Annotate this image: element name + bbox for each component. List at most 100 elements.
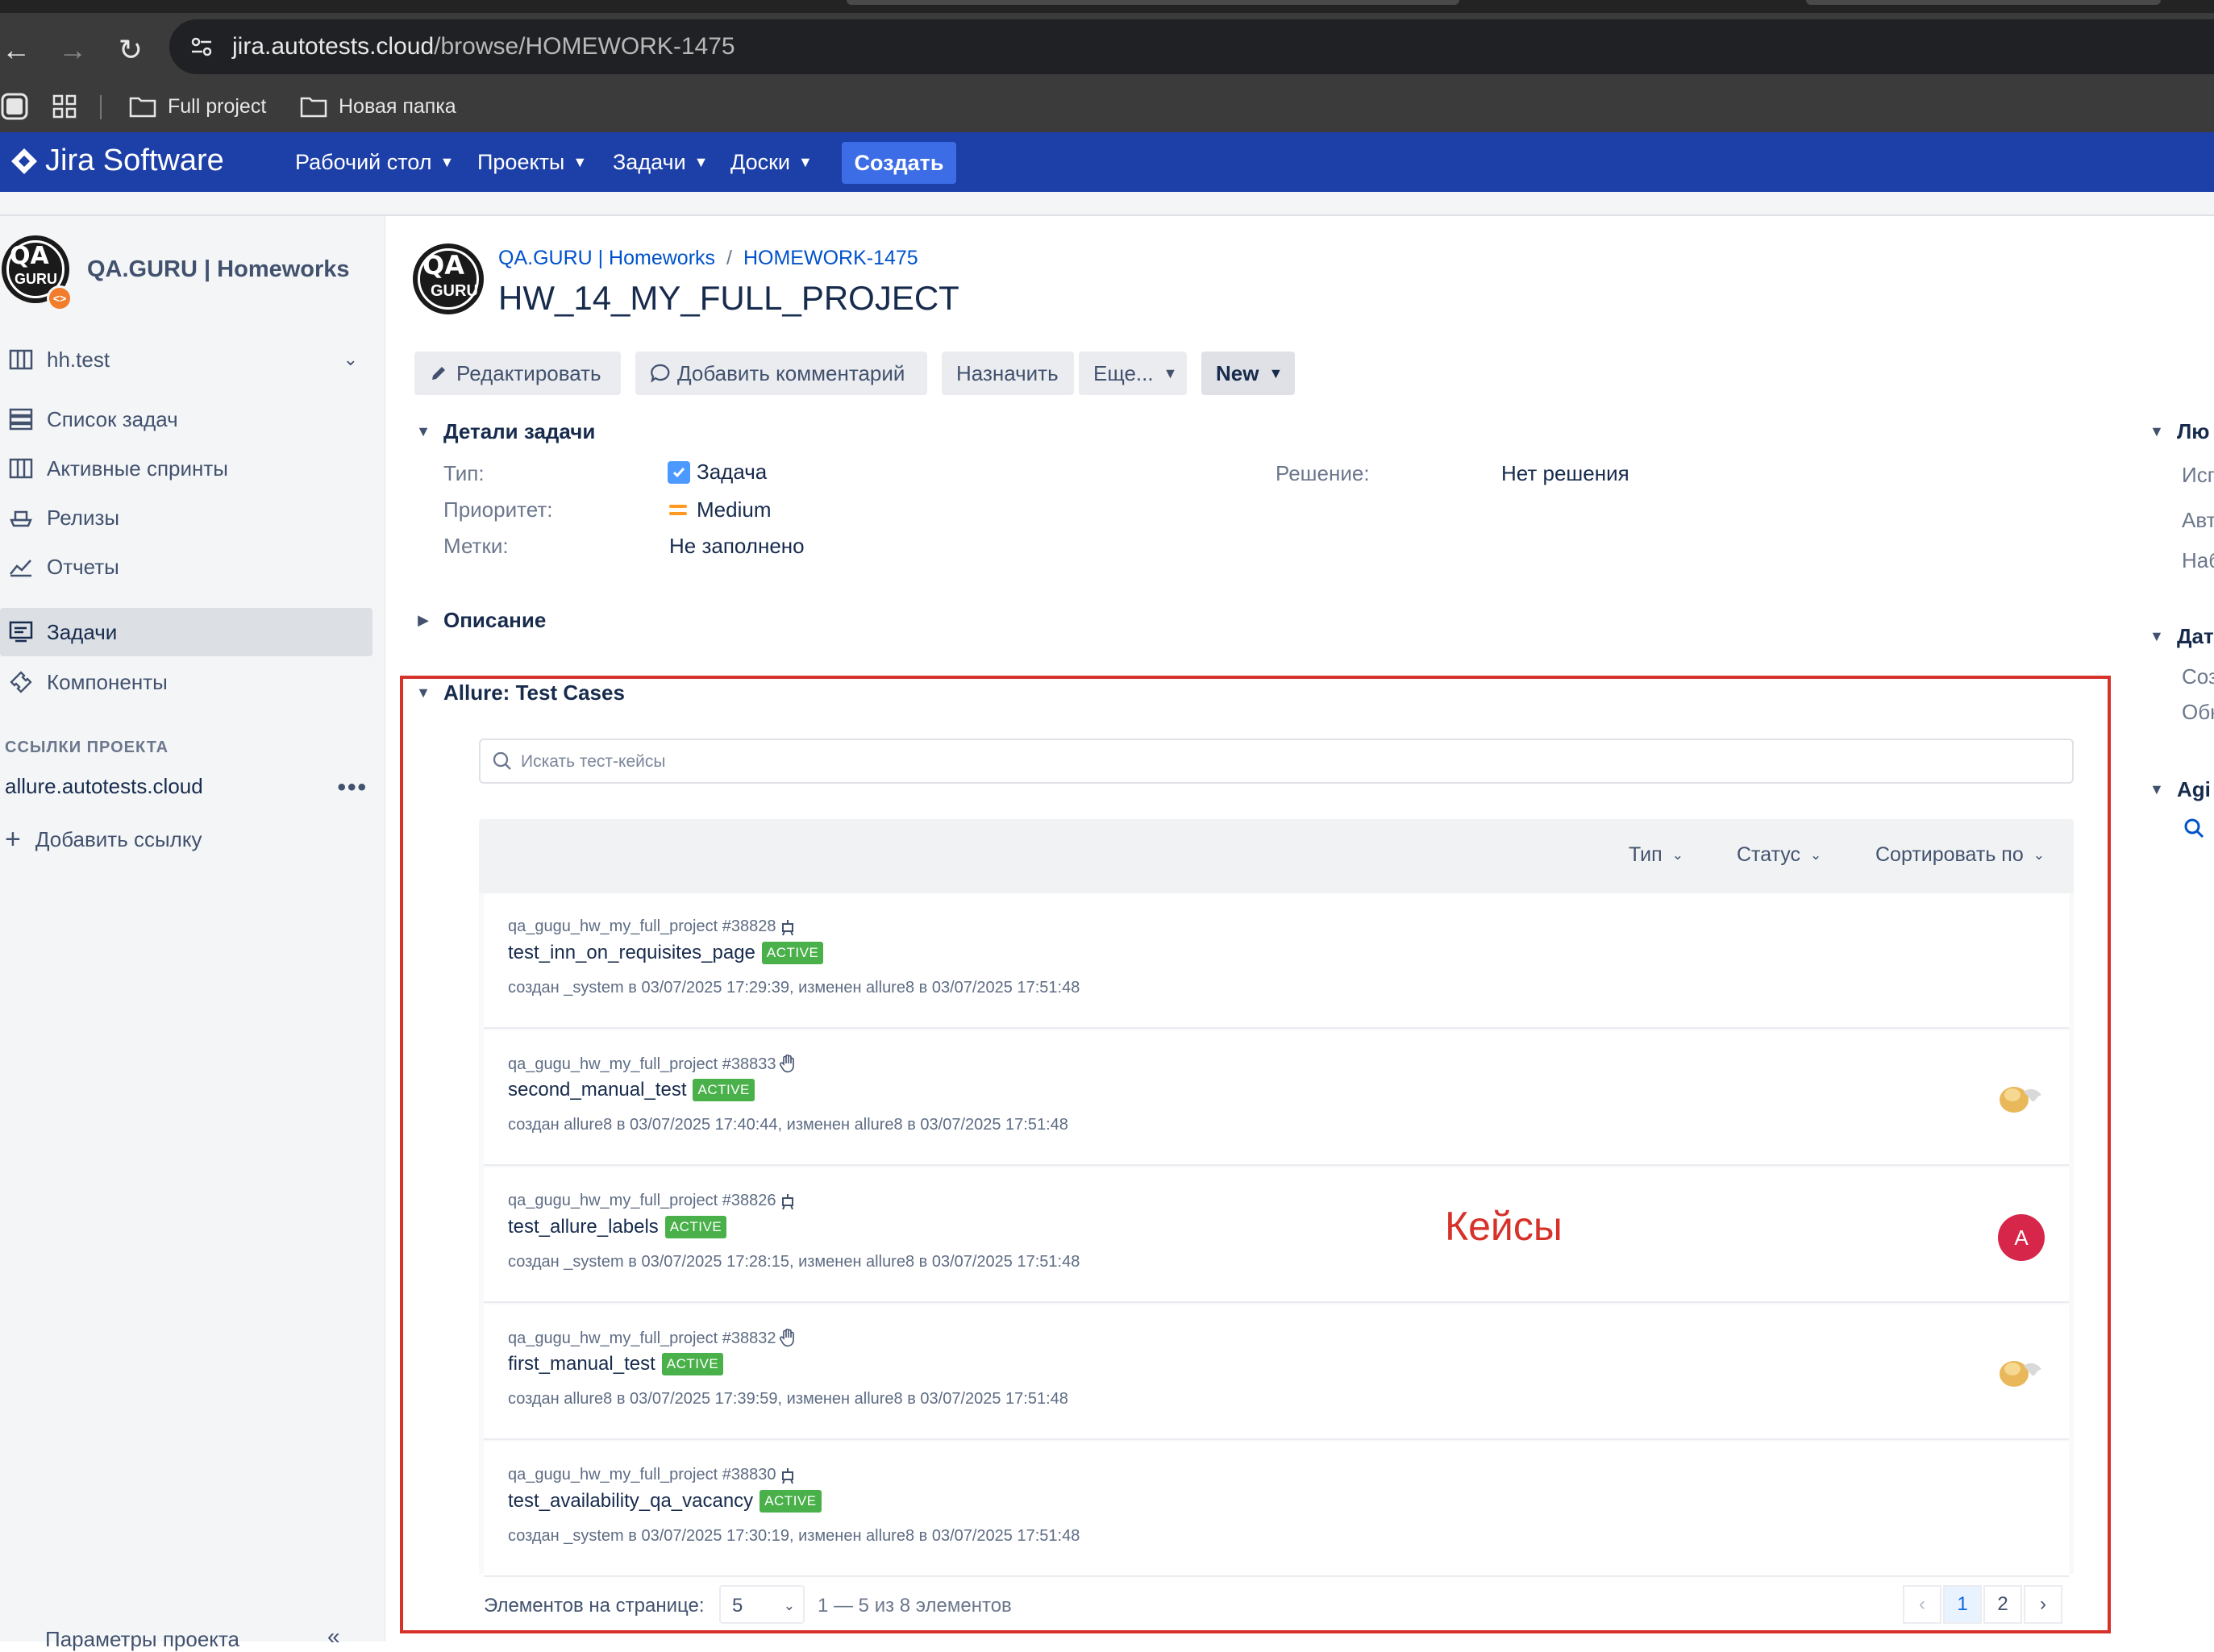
project-settings-link[interactable]: Параметры проекта bbox=[45, 1627, 239, 1652]
status-button[interactable]: New ▼ bbox=[1201, 352, 1295, 395]
testcase-project: qa_gugu_hw_my_full_project #38832 bbox=[508, 1329, 797, 1348]
testcase-row[interactable]: qa_gugu_hw_my_full_project #38830 test_a… bbox=[484, 1442, 2069, 1577]
filter-status[interactable]: Статус ⌄ bbox=[1737, 843, 1821, 867]
url-text[interactable]: jira.autotests.cloud/browse/HOMEWORK-147… bbox=[232, 31, 735, 63]
testcase-meta: создан allure8 в 03/07/2025 17:40:44, из… bbox=[508, 1116, 1068, 1134]
sidebar-item-active-sprints[interactable]: Активные спринты bbox=[0, 444, 372, 493]
allure-module-header[interactable]: ▼ Allure: Test Cases bbox=[413, 680, 625, 705]
sidebar-item-releases[interactable]: Релизы bbox=[0, 493, 372, 542]
browser-tab[interactable] bbox=[847, 0, 1459, 5]
board-selector[interactable]: hh.test ⌄ bbox=[0, 335, 372, 384]
page-range: 1 — 5 из 8 элементов bbox=[818, 1595, 1012, 1617]
testcase-search-input[interactable] bbox=[521, 748, 2053, 776]
testcase-project: qa_gugu_hw_my_full_project #38828 bbox=[508, 918, 797, 936]
testcase-project-text: qa_gugu_hw_my_full_project #38833 bbox=[508, 1055, 776, 1073]
search-icon[interactable] bbox=[2183, 818, 2204, 843]
assign-label: Назначить bbox=[956, 360, 1059, 385]
add-link-button[interactable]: + Добавить ссылку bbox=[5, 824, 202, 855]
agile-title: Agi bbox=[2177, 777, 2211, 801]
bookmark-folder-full-project[interactable]: Full project bbox=[129, 90, 266, 123]
status-label: New bbox=[1216, 360, 1259, 385]
back-icon[interactable]: ← bbox=[0, 34, 32, 66]
menu-label: Задачи bbox=[613, 150, 686, 174]
pagination: Элементов на странице: 5 ⌄ 1 — 5 из 8 эл… bbox=[479, 1582, 2074, 1627]
sidebar-item-backlog[interactable]: Список задач bbox=[0, 395, 372, 443]
apps-grid-icon[interactable] bbox=[52, 90, 89, 123]
sidebar-item-components[interactable]: Компоненты bbox=[0, 658, 372, 706]
details-module-header[interactable]: ▼ Детали задачи bbox=[413, 419, 595, 444]
reload-icon[interactable]: ↻ bbox=[114, 34, 147, 66]
testcase-row[interactable]: qa_gugu_hw_my_full_project #38833 second… bbox=[484, 1030, 2069, 1166]
bookmark-folder-new[interactable]: Новая папка bbox=[300, 90, 456, 123]
chevron-down-icon: ⌄ bbox=[1671, 847, 1683, 863]
ship-icon bbox=[5, 507, 37, 528]
menu-projects[interactable]: Проекты ▼ bbox=[477, 150, 587, 175]
sort-by[interactable]: Сортировать по ⌄ bbox=[1875, 843, 2045, 867]
edit-button[interactable]: Редактировать bbox=[414, 352, 621, 395]
forward-icon[interactable]: → bbox=[56, 34, 89, 66]
chevron-down-icon: ▼ bbox=[416, 423, 431, 439]
agile-module-header[interactable]: ▼ Agi bbox=[2149, 777, 2211, 802]
dates-title: Дат bbox=[2177, 624, 2214, 648]
testcase-name[interactable]: second_manual_test bbox=[508, 1079, 686, 1101]
robot-icon bbox=[782, 1193, 794, 1209]
prev-page-icon[interactable]: ‹ bbox=[1903, 1585, 1941, 1624]
testcase-name[interactable]: first_manual_test bbox=[508, 1353, 655, 1375]
more-icon[interactable]: ••• bbox=[337, 774, 368, 801]
collapse-sidebar-icon[interactable]: « bbox=[327, 1624, 340, 1650]
dates-module-header[interactable]: ▼ Дат bbox=[2149, 624, 2214, 649]
board-name: hh.test bbox=[47, 347, 110, 372]
jira-logo[interactable]: Jira Software bbox=[10, 144, 224, 178]
testcase-name[interactable]: test_inn_on_requisites_page bbox=[508, 942, 755, 964]
project-link[interactable]: allure.autotests.cloud ••• bbox=[5, 774, 368, 801]
sidebar-item-reports[interactable]: Отчеты bbox=[0, 543, 372, 591]
testcase-name[interactable]: test_availability_qa_vacancy bbox=[508, 1490, 753, 1513]
site-settings-icon[interactable] bbox=[189, 34, 214, 60]
per-page-value: 5 bbox=[732, 1595, 743, 1617]
assign-button[interactable]: Назначить bbox=[942, 352, 1074, 395]
bookmark-label: Новая папка bbox=[339, 94, 456, 118]
chevron-down-icon: ▼ bbox=[1268, 364, 1284, 381]
page-button-2[interactable]: 2 bbox=[1983, 1585, 2022, 1624]
sidebar-item-label: Компоненты bbox=[47, 669, 168, 694]
reporter-label: Авт bbox=[2182, 508, 2214, 532]
board-icon bbox=[5, 349, 37, 370]
sidebar-item-issues[interactable]: Задачи bbox=[0, 608, 372, 656]
create-button[interactable]: Создать bbox=[842, 142, 956, 184]
testcase-row[interactable]: qa_gugu_hw_my_full_project #38826 test_a… bbox=[484, 1167, 2069, 1303]
search-icon bbox=[492, 751, 513, 776]
avatar bbox=[1996, 1076, 2048, 1121]
add-comment-button[interactable]: Добавить комментарий bbox=[635, 352, 927, 395]
testcase-row[interactable]: qa_gugu_hw_my_full_project #38832 first_… bbox=[484, 1305, 2069, 1440]
project-name[interactable]: QA.GURU | Homeworks bbox=[87, 256, 350, 283]
breadcrumb-project[interactable]: QA.GURU | Homeworks bbox=[498, 247, 715, 270]
priority-medium-icon bbox=[669, 505, 687, 515]
page-button-1[interactable]: 1 bbox=[1943, 1585, 1982, 1624]
breadcrumb-issue-key[interactable]: HOMEWORK-1475 bbox=[743, 247, 918, 270]
next-page-icon[interactable]: › bbox=[2024, 1585, 2062, 1624]
chevron-right-icon: ▶ bbox=[418, 612, 429, 628]
people-module-header[interactable]: ▼ Лю bbox=[2149, 419, 2209, 444]
address-bar[interactable]: jira.autotests.cloud/browse/HOMEWORK-147… bbox=[169, 19, 2214, 74]
comment-icon bbox=[651, 364, 670, 383]
browser-tab[interactable] bbox=[1806, 0, 2161, 5]
menu-dashboards[interactable]: Рабочий стол ▼ bbox=[295, 150, 454, 175]
testcase-name-line: test_availability_qa_vacancy ACTIVE bbox=[508, 1490, 822, 1513]
description-module-header[interactable]: ▶ Описание bbox=[413, 608, 546, 633]
puzzle-icon bbox=[5, 670, 37, 694]
testcase-name[interactable]: test_allure_labels bbox=[508, 1216, 659, 1238]
testcase-meta: создан _system в 03/07/2025 17:28:15, из… bbox=[508, 1253, 1080, 1271]
sidebar-toggle-icon[interactable] bbox=[0, 90, 40, 123]
filter-type[interactable]: Тип ⌄ bbox=[1629, 843, 1683, 867]
menu-issues[interactable]: Задачи ▼ bbox=[613, 150, 708, 175]
testcase-row[interactable]: qa_gugu_hw_my_full_project #38828 test_i… bbox=[484, 893, 2069, 1029]
annotation-label: Кейсы bbox=[1445, 1204, 1563, 1249]
testcase-name-line: test_inn_on_requisites_page ACTIVE bbox=[508, 942, 824, 964]
chevron-down-icon: ▼ bbox=[572, 154, 588, 170]
more-actions-button[interactable]: Еще... ▼ bbox=[1079, 352, 1187, 395]
chevron-down-icon: ▼ bbox=[439, 154, 455, 170]
allure-title: Allure: Test Cases bbox=[443, 680, 625, 705]
per-page-select[interactable]: 5 ⌄ bbox=[719, 1585, 805, 1624]
testcase-search[interactable] bbox=[479, 739, 2074, 784]
menu-boards[interactable]: Доски ▼ bbox=[730, 150, 813, 175]
